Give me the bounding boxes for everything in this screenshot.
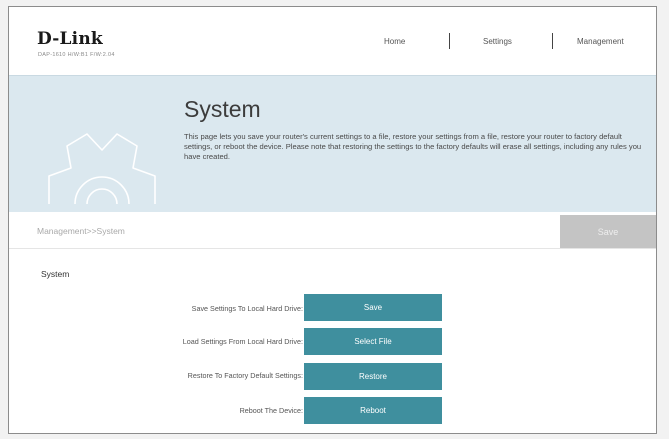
nav-separator bbox=[552, 33, 553, 49]
select-file-button[interactable]: Select File bbox=[304, 328, 442, 355]
reboot-device-label: Reboot The Device: bbox=[239, 406, 303, 415]
section-title: System bbox=[41, 269, 70, 279]
router-admin-window: D-Link DAP-1610 H/W:B1 F/W:2.04 Home Set… bbox=[8, 6, 657, 434]
save-settings-label: Save Settings To Local Hard Drive: bbox=[191, 304, 303, 313]
reboot-button[interactable]: Reboot bbox=[304, 397, 442, 424]
gear-icon bbox=[48, 133, 156, 205]
restore-button[interactable]: Restore bbox=[304, 363, 442, 390]
restore-defaults-label: Restore To Factory Default Settings: bbox=[187, 371, 303, 380]
load-settings-label: Load Settings From Local Hard Drive: bbox=[182, 337, 303, 346]
breadcrumb: Management>>System bbox=[37, 226, 125, 236]
header: D-Link DAP-1610 H/W:B1 F/W:2.04 Home Set… bbox=[9, 7, 656, 75]
save-settings-button[interactable]: Save bbox=[304, 294, 442, 321]
model-info: DAP-1610 H/W:B1 F/W:2.04 bbox=[38, 52, 115, 58]
save-button-disabled[interactable]: Save bbox=[560, 215, 656, 248]
nav-settings[interactable]: Settings bbox=[483, 37, 512, 46]
breadcrumb-bar: Management>>System Save bbox=[9, 212, 656, 249]
page-title: System bbox=[184, 96, 261, 122]
dlink-logo[interactable]: D-Link bbox=[37, 29, 103, 49]
nav-management[interactable]: Management bbox=[577, 37, 624, 46]
nav-separator bbox=[449, 33, 450, 49]
page-description: This page lets you save your router's cu… bbox=[184, 132, 642, 161]
nav-home[interactable]: Home bbox=[384, 37, 405, 46]
page-banner: System This page lets you save your rout… bbox=[9, 75, 656, 213]
